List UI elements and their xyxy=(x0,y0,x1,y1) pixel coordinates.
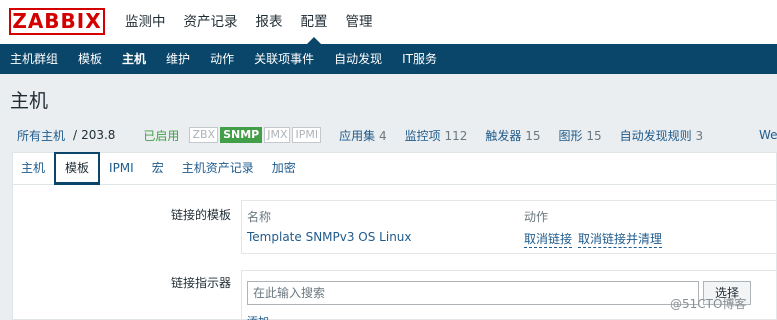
discovery-rules-label: 自动发现规则 xyxy=(619,128,692,143)
sub-menu-it-services[interactable]: IT服务 xyxy=(392,44,447,74)
linked-templates-table: 名称 动作 Template SNMPv3 OS Linux 取消链接 取消链接… xyxy=(241,200,777,254)
unlink-button[interactable]: 取消链接 xyxy=(524,230,573,248)
page-title: 主机 xyxy=(10,90,49,112)
top-bar: ZABBIX 监测中 资产记录 报表 配置 管理 xyxy=(0,0,777,44)
breadcrumb-all-hosts[interactable]: 所有主机 xyxy=(17,127,65,144)
tab-host[interactable]: 主机 xyxy=(12,152,54,185)
host-info-bar: 所有主机 / 203.8 已启用 ZBX SNMP JMX IPMI 应用集 4… xyxy=(0,120,777,150)
tab-inventory[interactable]: 主机资产记录 xyxy=(173,152,263,185)
link-discovery-rules[interactable]: 自动发现规则 3 xyxy=(620,127,703,144)
link-applications[interactable]: 应用集 4 xyxy=(339,127,386,144)
sub-menu-host-groups[interactable]: 主机群组 xyxy=(0,44,68,74)
unlink-and-clear-button[interactable]: 取消链接并清理 xyxy=(578,230,663,248)
host-tabs: 主机 模板 IPMI 宏 主机资产记录 加密 xyxy=(12,152,305,185)
sub-menu-templates[interactable]: 模板 xyxy=(68,44,112,74)
availability-snmp: SNMP xyxy=(220,127,263,143)
sub-menu-hosts[interactable]: 主机 xyxy=(112,44,156,74)
watermark: @51CTO博客 xyxy=(670,297,747,311)
status-enabled[interactable]: 已启用 xyxy=(143,127,179,144)
link-triggers[interactable]: 触发器 15 xyxy=(485,127,540,144)
column-action: 动作 xyxy=(524,210,549,224)
breadcrumb-separator: / xyxy=(73,128,78,142)
tab-encryption[interactable]: 加密 xyxy=(263,152,305,185)
sub-menu-discovery[interactable]: 自动发现 xyxy=(324,44,392,74)
template-link[interactable]: Template SNMPv3 OS Linux xyxy=(247,230,412,244)
link-web-scenarios[interactable]: We xyxy=(759,128,777,142)
linked-templates-label: 链接的模板 xyxy=(170,208,231,222)
link-indicator-label: 链接指示器 xyxy=(170,276,231,290)
tab-templates[interactable]: 模板 xyxy=(54,152,101,185)
availability-indicators: ZBX SNMP JMX IPMI xyxy=(189,127,323,143)
zabbix-logo[interactable]: ZABBIX xyxy=(9,8,105,35)
items-count: 112 xyxy=(444,128,468,143)
top-menu-inventory[interactable]: 资产记录 xyxy=(175,0,247,44)
applications-label: 应用集 xyxy=(339,128,376,143)
link-graphs[interactable]: 图形 15 xyxy=(558,127,601,144)
top-menu-configuration[interactable]: 配置 xyxy=(292,0,337,44)
top-menu-monitoring[interactable]: 监测中 xyxy=(116,0,175,44)
sub-menu-maintenance[interactable]: 维护 xyxy=(156,44,200,74)
discovery-rules-count: 3 xyxy=(695,128,704,143)
sub-menu-correlation[interactable]: 关联项事件 xyxy=(244,44,324,74)
tab-ipmi[interactable]: IPMI xyxy=(100,152,143,185)
triggers-label: 触发器 xyxy=(485,128,522,143)
top-menu: 监测中 资产记录 报表 配置 管理 xyxy=(116,0,382,44)
availability-ipmi: IPMI xyxy=(292,127,322,143)
applications-count: 4 xyxy=(378,128,387,143)
availability-zbx: ZBX xyxy=(189,127,219,143)
tab-macros[interactable]: 宏 xyxy=(143,152,173,185)
items-label: 监控项 xyxy=(404,128,441,143)
availability-jmx: JMX xyxy=(264,127,291,143)
top-menu-reports[interactable]: 报表 xyxy=(247,0,292,44)
template-search-input[interactable] xyxy=(247,281,699,305)
top-menu-administration[interactable]: 管理 xyxy=(337,0,382,44)
graphs-count: 15 xyxy=(586,128,602,143)
column-name: 名称 xyxy=(247,210,272,224)
sub-menu: 主机群组 模板 主机 维护 动作 关联项事件 自动发现 IT服务 xyxy=(0,44,777,74)
graphs-label: 图形 xyxy=(558,128,583,143)
link-items[interactable]: 监控项 112 xyxy=(405,127,468,144)
breadcrumb-host: 203.8 xyxy=(81,128,116,142)
triggers-count: 15 xyxy=(525,128,541,143)
sub-menu-actions[interactable]: 动作 xyxy=(200,44,244,74)
add-template-link[interactable]: 添加 xyxy=(247,313,269,320)
